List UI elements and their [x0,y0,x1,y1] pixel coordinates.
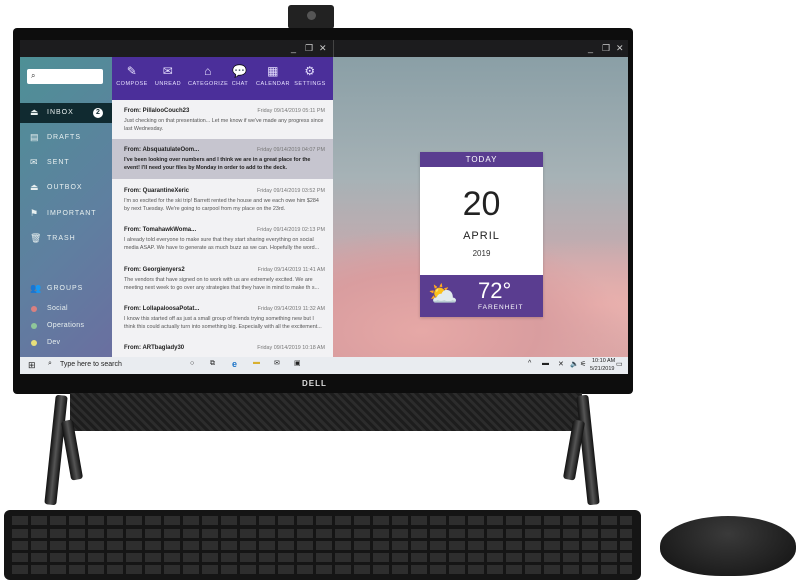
calendar-icon: ▦ [267,64,279,78]
email-item[interactable]: From: ARTbaglady30 Friday 09/14/2019 10:1… [112,337,333,357]
group-color-dot [31,306,37,312]
search-icon: ⌕ [48,360,52,367]
email-item[interactable]: From: QuarantineXeric Friday 09/14/2019 0… [112,180,333,220]
minimize-button[interactable]: _ [588,43,593,53]
mail-icon[interactable]: ✉ [274,359,280,367]
compose-button[interactable]: ✎ COMPOSE [114,64,150,87]
webcam-lens [307,11,316,20]
search-icon: ⌕ [31,71,36,80]
maximize-button[interactable]: ❐ [305,43,313,54]
chat-button[interactable]: 💬 CHAT [222,64,258,87]
task-view-icon[interactable]: ⧉ [210,360,215,368]
file-explorer-icon[interactable]: ▬ [253,359,260,366]
flag-icon: ⚑ [30,208,40,218]
webcam [288,5,334,29]
partly-cloudy-icon: ⛅ [428,281,458,308]
dell-logo: DELL [302,379,327,388]
weather-panel: ⛅ 72° FARENHEIT [420,275,543,317]
volume-icon[interactable]: 🔈 [570,360,579,368]
edge-icon[interactable]: e [232,359,237,369]
notifications-icon[interactable]: ▭ [616,360,623,368]
unread-badge: 2 [93,108,103,118]
screen: _ ❐ ✕ ⌕ ⏏ INBOX 2 ▤ DRAFTS ✉ SENT ⏏ OUTBOX ⚑ I… [20,40,628,374]
windows-start-icon[interactable]: ⊞ [28,360,36,371]
email-list: From: PillalooCouch23 Friday 09/14/2019 0… [112,100,333,357]
clock-time[interactable]: 10:10 AM [592,358,615,364]
taskbar-search[interactable]: Type here to search [60,361,122,368]
mouse [660,516,796,576]
wallpaper: TODAY 20 APRIL 2019 ⛅ 72° FARENHEIT [333,57,628,357]
clock-date[interactable]: 5/21/2019 [590,366,614,372]
desktop-window: _ ❐ ✕ TODAY 20 APRIL 2019 ⛅ 72° FARENHEI… [333,40,628,357]
sidebar-item-label: OUTBOX [47,184,83,191]
email-item[interactable]: From: LollapaloosaPotat... Friday 09/14/2… [112,298,333,338]
group-color-dot [31,323,37,329]
sidebar: ⌕ ⏏ INBOX 2 ▤ DRAFTS ✉ SENT ⏏ OUTBOX ⚑ IMPORTA… [20,57,112,357]
mail-window: _ ❐ ✕ ⌕ ⏏ INBOX 2 ▤ DRAFTS ✉ SENT ⏏ OUTBOX ⚑ I… [20,40,333,357]
widget-year: 2019 [472,249,491,258]
key-row [12,541,632,550]
key-row [12,516,632,525]
stand-leg-left [44,394,68,506]
mail-title-bar: _ ❐ ✕ [20,40,333,57]
sidebar-item-label: DRAFTS [47,134,81,141]
calendar-button[interactable]: ▦ CALENDAR [255,64,291,87]
network-icon[interactable]: ✕ [558,360,564,368]
speaker-bar [70,393,582,431]
sidebar-item-label: IMPORTANT [47,210,97,217]
store-icon[interactable]: ▣ [294,359,301,367]
email-item[interactable]: From: PillalooCouch23 Friday 09/14/2019 0… [112,100,333,140]
sidebar-item-drafts[interactable]: ▤ DRAFTS [20,128,112,148]
sidebar-item-label: SENT [47,159,70,166]
chat-icon: 💬 [232,64,248,78]
inbox-icon: ⏏ [30,107,40,117]
widget-day: 20 [462,185,501,223]
sidebar-item-label: INBOX [47,109,74,116]
group-color-dot [31,340,37,346]
widget-header: TODAY [420,152,543,167]
email-item[interactable]: From: TomahawkWoma... Friday 09/14/2019 0… [112,219,333,259]
close-button[interactable]: ✕ [319,43,327,54]
minimize-button[interactable]: _ [291,43,296,53]
sidebar-item-trash[interactable]: 🗑 TRASH [20,229,112,249]
maximize-button[interactable]: ❐ [602,43,610,54]
desktop-title-bar: _ ❐ ✕ [333,40,628,57]
groups-heading: 👥 GROUPS [30,283,84,293]
settings-button[interactable]: ⚙ SETTINGS [292,64,328,87]
email-item[interactable]: From: Georgienyers2 Friday 09/14/2019 11:… [112,259,333,299]
pencil-icon: ✎ [126,64,138,78]
cortana-icon[interactable]: ○ [190,360,194,367]
unread-button[interactable]: ✉ UNREAD [150,64,186,87]
gear-icon: ⚙ [304,64,316,78]
temperature: 72° [478,278,512,303]
drafts-icon: ▤ [30,132,40,142]
sidebar-item-important[interactable]: ⚑ IMPORTANT [20,204,112,224]
keyboard [4,510,641,580]
envelope-icon: ✉ [162,64,174,78]
sidebar-item-inbox[interactable]: ⏏ INBOX 2 [20,103,112,123]
search-input[interactable]: ⌕ [27,69,103,84]
temperature-unit: FARENHEIT [478,304,524,311]
outbox-icon: ⏏ [30,182,40,192]
taskbar: ⊞ ⌕ Type here to search ○ ⧉ e ▬ ✉ ▣ ^ ▬ … [20,357,628,374]
widget-month: APRIL [463,230,500,242]
trash-icon: 🗑 [30,233,43,243]
sidebar-item-label: TRASH [47,235,76,242]
wifi-icon[interactable]: ⚟ [580,360,586,368]
close-button[interactable]: ✕ [616,43,624,54]
battery-icon[interactable]: ▬ [542,360,549,367]
key-row [12,529,632,538]
sidebar-item-outbox[interactable]: ⏏ OUTBOX [20,178,112,198]
sent-icon: ✉ [30,157,39,167]
group-dev[interactable]: Dev [20,333,112,353]
key-row [12,565,632,574]
sidebar-item-sent[interactable]: ✉ SENT [20,153,112,173]
tray-chevron-icon[interactable]: ^ [528,360,531,367]
key-row [12,553,632,562]
email-item-selected[interactable]: From: AbsquatulateOom... Friday 09/14/201… [112,139,333,179]
groups-icon: 👥 [30,283,43,293]
date-weather-widget: TODAY 20 APRIL 2019 ⛅ 72° FARENHEIT [420,152,543,317]
mail-toolbar: ✎ COMPOSE ✉ UNREAD ⌂ CATEGORIZE 💬 CHAT ▦ CALE… [112,57,333,100]
